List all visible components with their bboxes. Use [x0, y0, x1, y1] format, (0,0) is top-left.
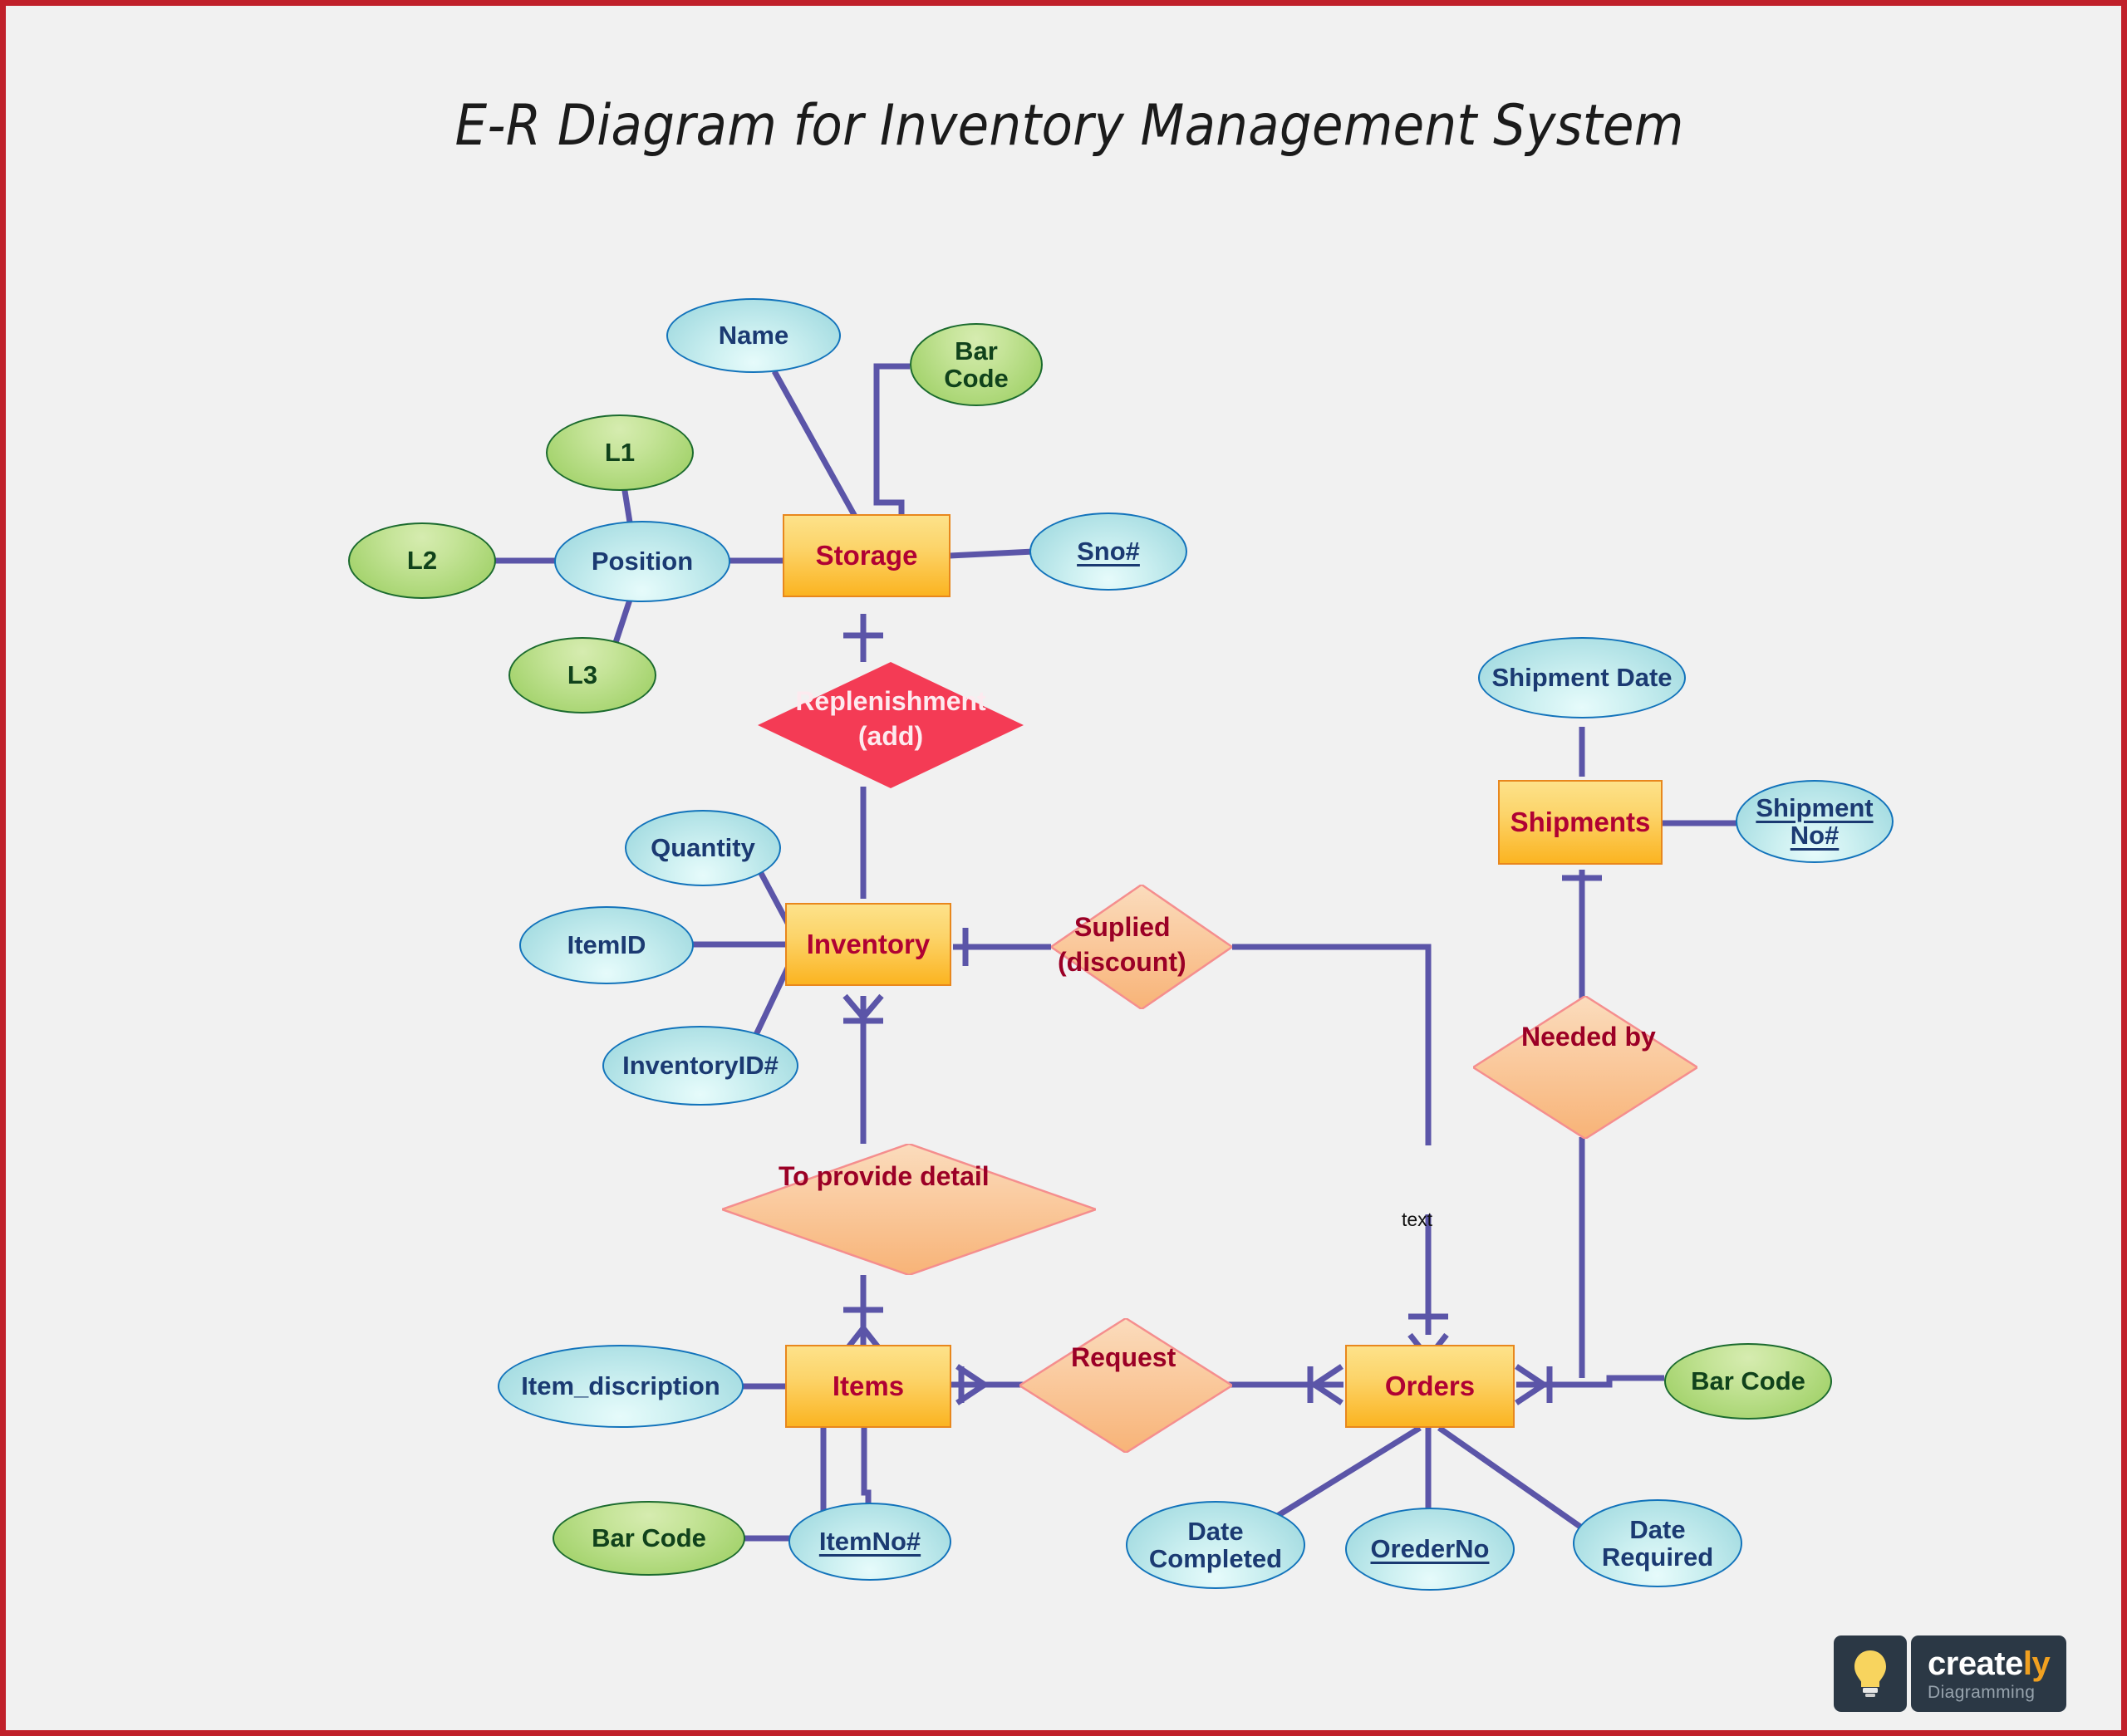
entity-orders[interactable]: Orders	[1345, 1345, 1515, 1428]
edge-storage-sno	[949, 548, 1034, 559]
relationship-label-line2: (discount)	[1058, 947, 1186, 977]
attribute-label: Shipment Date	[1491, 663, 1673, 693]
attribute-sno[interactable]: Sno#	[1029, 512, 1187, 591]
lightbulb-glyph	[1854, 1650, 1886, 1697]
attribute-label: Item_discription	[521, 1371, 720, 1401]
lightbulb-icon	[1834, 1635, 1907, 1712]
attribute-label: ItemNo#	[818, 1527, 921, 1557]
attribute-l3[interactable]: L3	[508, 637, 656, 714]
attribute-label: OrederNo	[1370, 1534, 1490, 1564]
logo-text-box: creately Diagramming	[1911, 1635, 2067, 1712]
attribute-l2[interactable]: L2	[348, 522, 496, 599]
relationship-label-line1: Request	[1071, 1342, 1176, 1372]
attribute-label-line1: Date	[1187, 1516, 1244, 1546]
attribute-name[interactable]: Name	[666, 298, 841, 373]
attribute-position[interactable]: Position	[554, 521, 730, 602]
logo-word-accent: ly	[2022, 1645, 2051, 1682]
attribute-label: Position	[591, 547, 694, 576]
edge-label-text: text	[1402, 1209, 1433, 1230]
entity-items[interactable]: Items	[785, 1345, 951, 1428]
edge-barcode-storage	[873, 363, 910, 522]
attribute-label: Sno#	[1077, 537, 1140, 566]
attribute-shipment-no[interactable]: Shipment No#	[1736, 780, 1894, 863]
marker-items-many-right	[955, 1364, 990, 1405]
logo-word-main: create	[1928, 1645, 2023, 1682]
attribute-item-discription[interactable]: Item_discription	[498, 1345, 744, 1428]
marker-inventory-many-bottom	[842, 993, 884, 1022]
attribute-label: ItemID	[567, 930, 646, 960]
attribute-label-line2: Code	[944, 364, 1009, 393]
attribute-label: Bar Code	[1691, 1366, 1805, 1396]
relationship-label-line2: (add)	[857, 721, 924, 751]
relationship-replenishment[interactable]: Replenishment (add)	[758, 662, 1024, 788]
attribute-label-line2: Completed	[1148, 1544, 1283, 1573]
attribute-date-completed[interactable]: Date Completed	[1126, 1501, 1305, 1589]
logo-wordmark: creately	[1928, 1645, 2051, 1682]
entity-inventory[interactable]: Inventory	[785, 903, 951, 986]
attribute-bar-code-orders[interactable]: Bar Code	[1664, 1343, 1832, 1420]
relationship-label-line1: Needed by	[1521, 1022, 1656, 1052]
entity-label: Items	[832, 1371, 905, 1402]
attribute-label: L1	[604, 438, 636, 468]
attribute-inventoryid[interactable]: InventoryID#	[602, 1026, 798, 1106]
attribute-label-line1: Date	[1629, 1514, 1686, 1544]
entity-label: Inventory	[806, 929, 931, 960]
logo-tagline: Diagramming	[1928, 1682, 2036, 1702]
relationship-to-provide-detail[interactable]: To provide detail	[722, 1144, 1096, 1275]
attribute-l1[interactable]: L1	[546, 414, 694, 491]
attribute-label: Quantity	[651, 833, 755, 863]
attribute-label-line1: Shipment	[1756, 792, 1874, 822]
attribute-itemid[interactable]: ItemID	[519, 906, 694, 984]
entity-label: Orders	[1384, 1371, 1476, 1402]
attribute-itemno[interactable]: ItemNo#	[788, 1503, 951, 1581]
entity-shipments[interactable]: Shipments	[1498, 780, 1663, 865]
edge-suplied-orders	[1232, 944, 1432, 1145]
relationship-needed-by[interactable]: Needed by	[1473, 996, 1697, 1139]
attribute-label: InventoryID#	[622, 1051, 779, 1081]
entity-label: Storage	[815, 540, 918, 571]
relationship-label-line1: To provide detail	[779, 1161, 990, 1191]
relationship-request[interactable]: Request	[1019, 1318, 1232, 1453]
diamond-shape	[1019, 1318, 1232, 1453]
relationship-suplied[interactable]: Suplied (discount)	[1051, 885, 1232, 1009]
attribute-label: Name	[718, 321, 789, 351]
relationship-label-line1: Suplied	[1074, 912, 1171, 942]
marker-orders-many-right	[1515, 1364, 1550, 1405]
connector-layer	[493, 363, 1739, 1542]
attribute-label: L2	[406, 546, 438, 576]
attribute-orederno[interactable]: OrederNo	[1345, 1508, 1515, 1591]
attribute-label: L3	[567, 660, 598, 690]
page-title: E-R Diagram for Inventory Management Sys…	[454, 93, 1684, 159]
attribute-label-line2: No#	[1790, 821, 1840, 850]
entity-label: Shipments	[1510, 807, 1651, 838]
attribute-shipment-date[interactable]: Shipment Date	[1478, 637, 1686, 718]
attribute-date-required[interactable]: Date Required	[1573, 1499, 1742, 1587]
diamond-shape	[1473, 996, 1697, 1139]
attribute-label: Bar Code	[592, 1523, 706, 1553]
marker-orders-many-left	[1309, 1364, 1343, 1405]
attribute-label-line1: Bar	[955, 336, 998, 365]
entity-storage[interactable]: Storage	[783, 514, 951, 597]
edge-name-storage	[771, 370, 861, 522]
attribute-bar-code-storage[interactable]: Bar Code	[910, 323, 1043, 406]
attribute-quantity[interactable]: Quantity	[625, 810, 781, 886]
edge-orders-barcode	[1516, 1375, 1664, 1388]
attribute-bar-code-items[interactable]: Bar Code	[553, 1501, 745, 1576]
creately-logo[interactable]: creately Diagramming	[1834, 1635, 2067, 1712]
relationship-label-line1: Replenishment	[795, 686, 986, 716]
attribute-label-line2: Required	[1601, 1542, 1714, 1572]
er-diagram-canvas: E-R Diagram for Inventory Management Sys…	[0, 0, 2127, 1736]
